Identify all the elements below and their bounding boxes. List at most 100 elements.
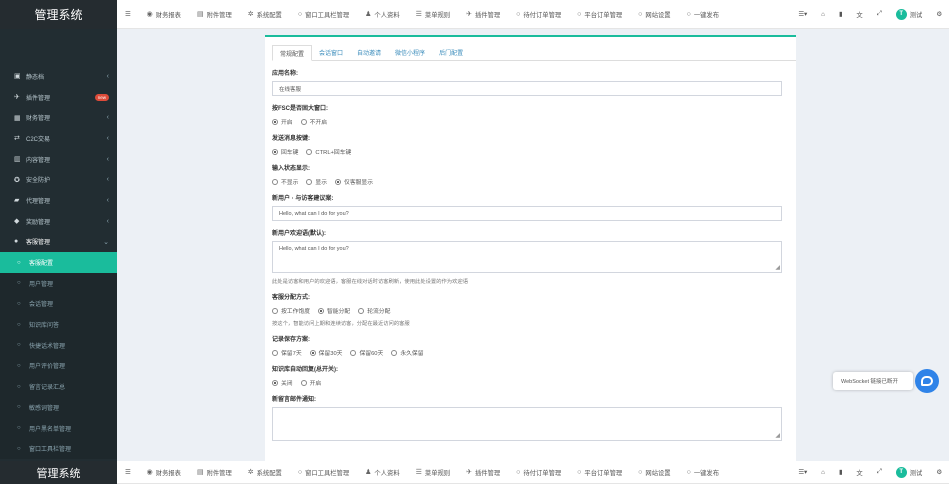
resize-grip-icon[interactable]: ◢ <box>775 264 780 271</box>
radio-option[interactable]: 保留30天 <box>309 348 342 357</box>
radio-option[interactable]: 轮流分配 <box>358 306 390 315</box>
new-message-notice-label: 新留言邮件通知: <box>272 397 316 403</box>
topnav-item[interactable]: ○ 一键发布 <box>679 0 727 28</box>
topnav-item[interactable]: ○ 待付订单管理 <box>508 0 569 28</box>
radio-option[interactable]: 智能分配 <box>318 306 350 315</box>
default-greeting-textarea[interactable]: Hello, what can I do for you? ◢ <box>272 241 782 273</box>
default-greeting-help: 此处是访客和用户的欢迎语，客服在线对话时访客刷新，使用此处设置的作为欢迎语 <box>272 279 468 285</box>
sidebar-subitem[interactable]: ○ 敏感词管理 <box>0 397 117 418</box>
radio-option[interactable]: 永久保留 <box>391 348 424 357</box>
chat-bubble-button[interactable] <box>915 369 939 393</box>
translate-icon[interactable]: 文 <box>849 0 869 28</box>
home-icon[interactable]: ⌂ <box>814 461 832 483</box>
chevron-left-icon: ‹ <box>106 155 109 163</box>
translate-icon[interactable]: 文 <box>849 461 869 483</box>
topnav-item[interactable]: ○ 窗口工具栏管理 <box>290 0 357 28</box>
radio-option[interactable]: 仅客服显示 <box>335 177 373 186</box>
topnav-item[interactable]: ○ 网站设置 <box>630 461 678 483</box>
trash-icon[interactable]: ▮ <box>832 461 849 483</box>
brand-title[interactable]: 管理系统 <box>0 0 117 29</box>
radio-option[interactable]: 不开启 <box>300 117 327 126</box>
user-menu[interactable]: T 测试 <box>889 461 930 483</box>
list-icon: ☰ <box>415 11 422 18</box>
topnav-item[interactable]: ▤ 附件管理 <box>189 461 240 483</box>
topnav-item[interactable]: ♟ 个人资料 <box>357 461 407 483</box>
sidebar-item-security[interactable]: ✪ 安全防护 ‹ <box>0 169 117 190</box>
topnav-item[interactable]: ◉ 财务报表 <box>139 0 189 28</box>
list-dropdown-icon[interactable]: ☰▾ <box>791 0 814 28</box>
topnav-item[interactable]: ✈ 插件管理 <box>458 0 508 28</box>
topnav-item[interactable]: ♟ 个人资料 <box>357 0 407 28</box>
fullscreen-icon[interactable]: ⤢ <box>870 0 889 28</box>
topnav-item[interactable]: ☰ 菜单规则 <box>408 0 458 28</box>
sidebar-subitem[interactable]: ○ 用户管理 <box>0 272 117 294</box>
sidebar-subitem[interactable]: ○ 快捷话术管理 <box>0 334 117 356</box>
circle-icon: ○ <box>17 342 21 349</box>
sidebar-subitem[interactable]: ○ 用户黑名单管理 <box>0 417 117 439</box>
menu-toggle-icon[interactable]: ☰ <box>117 461 139 483</box>
radio-option[interactable]: 关闭 <box>272 378 293 387</box>
radio-option[interactable]: 按工作饱度 <box>272 306 310 315</box>
circle-icon: ○ <box>686 468 691 476</box>
new-user-greeting-input[interactable]: Hello, what can I do for you? <box>272 206 782 221</box>
settings-tab[interactable]: 常规配置 <box>272 45 313 61</box>
circle-icon: ○ <box>297 10 303 18</box>
topnav-item-label: 菜单规则 <box>424 11 451 19</box>
home-icon[interactable]: ⌂ <box>814 0 832 28</box>
settings-gear-icon[interactable]: ⚙ <box>929 0 949 28</box>
topnav-item[interactable]: ✲ 系统配置 <box>240 461 290 483</box>
topnav-item-label: 附件管理 <box>206 11 232 19</box>
sidebar-subitem[interactable]: ○ 客服配置 <box>0 252 117 273</box>
radio-option[interactable]: 回车键 <box>272 147 298 156</box>
new-message-notice-textarea[interactable]: ◢ <box>272 407 782 441</box>
settings-tab[interactable]: 微信小程序 <box>388 45 432 60</box>
settings-tab[interactable]: 后门配置 <box>432 45 470 60</box>
gear-icon: ✲ <box>247 11 254 18</box>
user-menu[interactable]: T 测试 <box>889 0 930 28</box>
trash-icon[interactable]: ▮ <box>832 0 849 28</box>
radio-option[interactable]: 开启 <box>272 117 293 126</box>
topnav-item[interactable]: ○ 平台订单管理 <box>569 461 630 483</box>
radio-option[interactable]: 开启 <box>300 378 321 387</box>
fullscreen-icon[interactable]: ⤢ <box>870 461 889 483</box>
sidebar-item-content[interactable]: ▥ 内容管理 ‹ <box>0 149 117 170</box>
settings-tab[interactable]: 会话窗口 <box>312 45 350 60</box>
settings-gear-icon[interactable]: ⚙ <box>929 461 949 483</box>
list-icon: ☰ <box>415 469 422 476</box>
sidebar-subitem[interactable]: ○ 用户评价管理 <box>0 355 117 377</box>
radio-option[interactable]: CTRL+回车键 <box>306 147 351 156</box>
radio-option[interactable]: 不显示 <box>272 177 298 186</box>
topnav-item[interactable]: ✲ 系统配置 <box>240 0 290 28</box>
topnav-item[interactable]: ◉ 财务报表 <box>139 461 189 483</box>
topnav-item[interactable]: ▤ 附件管理 <box>189 0 240 28</box>
radio-option[interactable]: 保留60天 <box>350 348 383 357</box>
topnav-item[interactable]: ○ 网站设置 <box>630 0 678 28</box>
sidebar-item-plugins[interactable]: ✈ 插件管理 new <box>0 87 117 108</box>
circle-icon: ○ <box>516 468 521 476</box>
sidebar-item-agent[interactable]: ▰ 代理管理 ‹ <box>0 190 117 211</box>
sidebar-item-finance[interactable]: ▦ 财务管理 ‹ <box>0 107 117 128</box>
sidebar-subitem[interactable]: ○ 留言记录汇总 <box>0 376 117 397</box>
topnav-item[interactable]: ○ 窗口工具栏管理 <box>290 461 357 483</box>
topnav-item[interactable]: ☰ 菜单规则 <box>408 461 458 483</box>
sidebar-subitem[interactable]: ○ 知识库问答 <box>0 314 117 335</box>
sidebar-item-service[interactable]: ● 客服管理 ⌄ <box>0 232 117 253</box>
topnav-item-label: 待付订单管理 <box>523 11 562 19</box>
topnav-item[interactable]: ○ 平台订单管理 <box>569 0 630 28</box>
settings-tab[interactable]: 自动邀请 <box>350 45 388 60</box>
topnav-item[interactable]: ○ 一键发布 <box>679 461 727 483</box>
sidebar-subitem[interactable]: ○ 会话管理 <box>0 293 117 315</box>
topnav-item[interactable]: ○ 待付订单管理 <box>508 461 569 483</box>
sidebar-item-reward[interactable]: ◆ 奖励管理 ‹ <box>0 211 117 232</box>
sidebar-item-archive[interactable]: ▣ 静态档 ‹ <box>0 66 117 87</box>
app-name-input[interactable]: 在线客服 <box>272 81 782 96</box>
resize-grip-icon[interactable]: ◢ <box>775 432 780 439</box>
list-dropdown-icon[interactable]: ☰▾ <box>791 461 814 483</box>
brand-title-bottom[interactable]: 管理系统 <box>0 461 117 484</box>
sidebar-subitem[interactable]: ○ 窗口工具栏管理 <box>0 438 117 460</box>
radio-option[interactable]: 保留7天 <box>272 348 302 357</box>
menu-toggle-icon[interactable]: ☰ <box>117 0 139 28</box>
sidebar-item-c2c[interactable]: ⇄ C2C交易 ‹ <box>0 128 117 149</box>
radio-option[interactable]: 显示 <box>306 177 327 186</box>
topnav-item[interactable]: ✈ 插件管理 <box>458 461 508 483</box>
